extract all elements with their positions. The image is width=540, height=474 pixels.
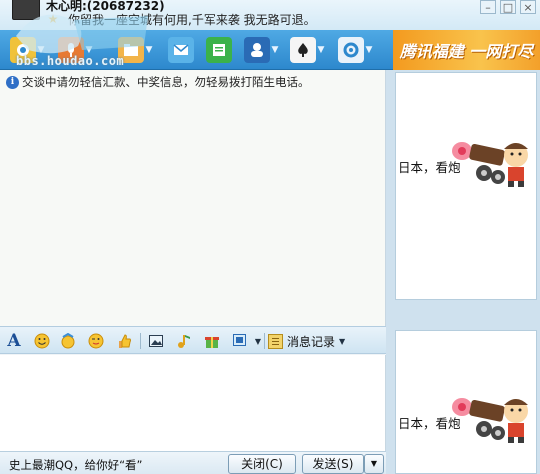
send-button[interactable]: 发送(S) [302, 454, 364, 474]
ad-banner[interactable]: 腾讯福建 一网打尽 [393, 30, 540, 70]
wink-icon[interactable] [86, 331, 106, 351]
site-watermark: bbs.houdao.com [8, 6, 158, 70]
format-toolbar: A ▼ 消息记录 ▼ [0, 326, 386, 354]
message-input[interactable] [0, 355, 386, 451]
font-icon[interactable]: A [4, 331, 24, 351]
screenshot-icon[interactable] [146, 331, 166, 351]
message-history-area[interactable]: i 交谈中请勿轻信汇款、中奖信息，勿轻易拨打陌生电话。 [0, 70, 386, 326]
cannon-character-illustration [452, 142, 528, 187]
ad-link[interactable]: 史上最潮QQ，给你好“看” [9, 457, 143, 473]
security-notice-text: 交谈中请勿轻信汇款、中奖信息，勿轻易拨打陌生电话。 [22, 75, 310, 89]
chevron-down-icon[interactable]: ▼ [248, 331, 268, 351]
maximize-button[interactable]: □ [500, 0, 516, 14]
info-icon: i [6, 75, 19, 89]
qq-group-icon [244, 37, 270, 63]
toolbar-divider [264, 333, 265, 349]
game-icon [290, 37, 316, 63]
minimize-button[interactable]: – [480, 0, 496, 14]
contact-show-card[interactable]: 日本，看炮 [395, 72, 537, 300]
thumbs-icon[interactable] [114, 331, 134, 351]
toolbar-divider [140, 333, 141, 349]
bottom-bar: 史上最潮QQ，给你好“看” 关闭(C) 发送(S) ▼ [0, 451, 386, 474]
sms-icon [206, 37, 232, 63]
send-mail-icon [168, 37, 194, 63]
security-notice: i 交谈中请勿轻信汇款、中奖信息，勿轻易拨打陌生电话。 [6, 74, 310, 90]
cannon-character-illustration [452, 398, 528, 443]
capture-icon[interactable] [230, 331, 250, 351]
magic-expression-icon[interactable] [58, 331, 78, 351]
send-mail-button[interactable] [168, 35, 194, 65]
chevron-down-icon[interactable]: ▼ [339, 337, 345, 346]
close-window-button[interactable]: × [520, 0, 536, 14]
gift-icon[interactable] [202, 331, 222, 351]
settings-icon [338, 37, 364, 63]
sms-button[interactable] [206, 35, 232, 65]
music-icon[interactable] [174, 331, 194, 351]
game-button[interactable]: ▼ [290, 35, 326, 65]
send-options-button[interactable]: ▼ [364, 454, 384, 474]
chevron-down-icon[interactable]: ▼ [270, 45, 280, 55]
emoticon-icon[interactable] [32, 331, 52, 351]
my-show-card[interactable]: 日本，看炮 [395, 330, 537, 474]
qq-show-panel: 日本，看炮 日本，看炮 [386, 70, 540, 474]
chevron-down-icon[interactable]: ▼ [364, 45, 374, 55]
close-button[interactable]: 关闭(C) [228, 454, 296, 474]
settings-button[interactable]: ▼ [338, 35, 374, 65]
history-icon [268, 333, 283, 349]
watermark-url: bbs.houdao.com [16, 54, 125, 68]
message-history-button[interactable]: 消息记录 ▼ [268, 332, 345, 350]
qq-group-button[interactable]: ▼ [244, 35, 280, 65]
message-history-label: 消息记录 [287, 334, 336, 349]
chevron-down-icon[interactable]: ▼ [316, 45, 326, 55]
